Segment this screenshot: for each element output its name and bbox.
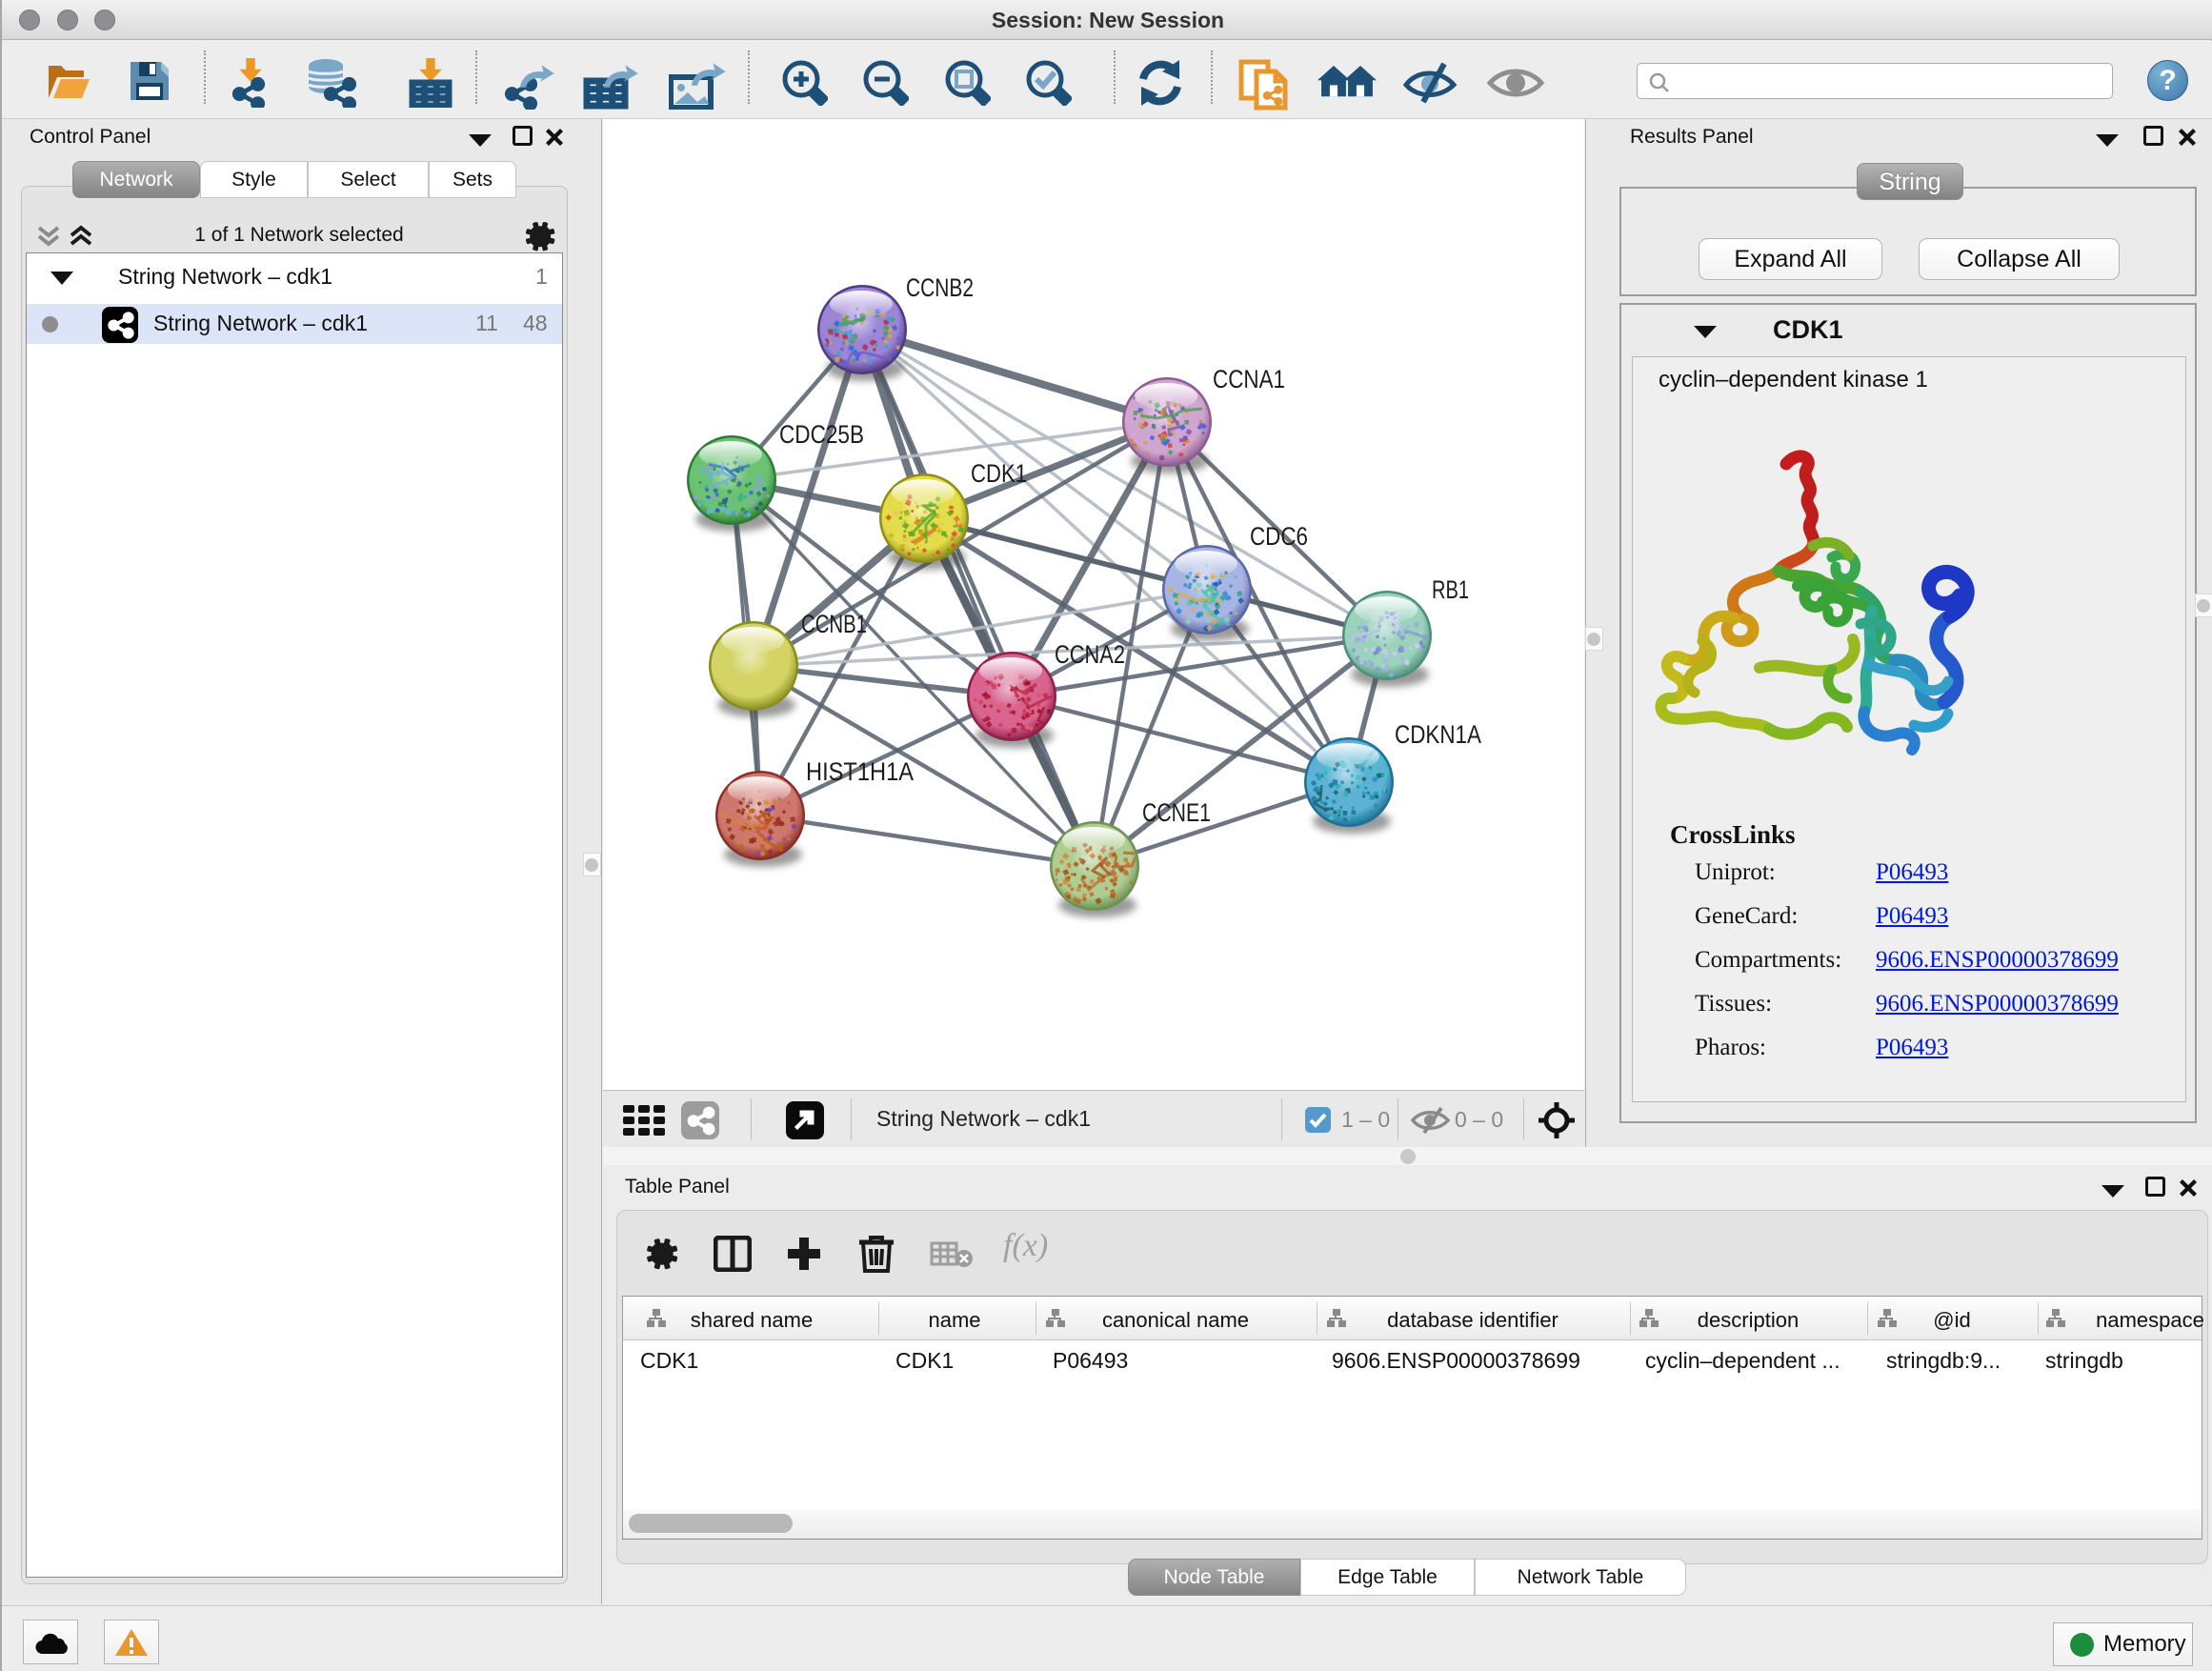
svg-text:CDC6: CDC6 [1250,522,1308,551]
svg-text:CDKN1A: CDKN1A [1395,720,1481,749]
svg-text:CCNB2: CCNB2 [906,273,974,302]
svg-text:CCNE1: CCNE1 [1142,798,1211,827]
svg-text:CCNB1: CCNB1 [801,610,867,638]
svg-text:CDC25B: CDC25B [779,420,864,449]
svg-text:CCNA2: CCNA2 [1055,640,1125,669]
svg-text:CDK1: CDK1 [971,459,1027,488]
svg-text:HIST1H1A: HIST1H1A [806,757,914,786]
svg-text:CCNA1: CCNA1 [1213,365,1285,393]
svg-text:RB1: RB1 [1432,575,1469,604]
